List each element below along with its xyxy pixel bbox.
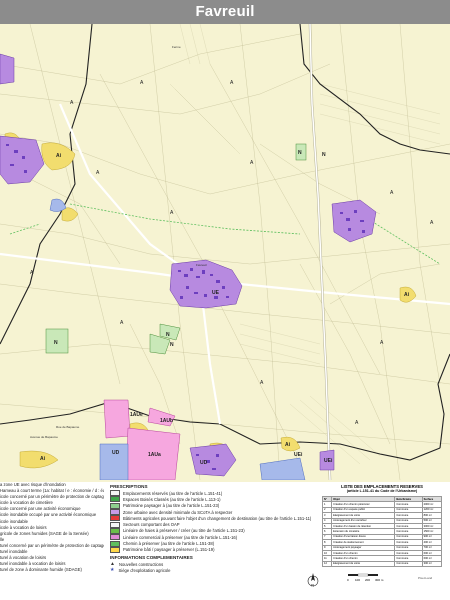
prescription-text: Emplacements réservés (au titre de l'art… [123, 490, 223, 496]
zone-label: N [322, 152, 326, 158]
zone-legend: a zone UE avec risque d'inondation Hameau… [0, 482, 104, 600]
prescriptions-list: Emplacements réservés (au titre de l'art… [104, 490, 314, 553]
place-name: Rue de Bapaume [56, 425, 80, 429]
legend-swatch [110, 496, 120, 503]
legend-swatch [110, 540, 120, 547]
plu-map-sheet: Favreuil Ai A N UE UD 1AUe 1AUa 1AUb UEi… [0, 0, 450, 600]
star-icon: ★ [110, 567, 115, 574]
table-cell: Commune [394, 560, 423, 568]
place-name: Avenue de Bapaume [30, 435, 58, 439]
zone-legend-item: gricole de zones humides (SAGE de la Sen… [0, 530, 89, 536]
place-name: Ferme [172, 45, 181, 49]
zone-label: Ai [404, 292, 410, 298]
zone-label: N [54, 340, 58, 346]
prescriptions-title: PRESCRIPTIONS [110, 484, 148, 489]
prescription-text: Zone urbaine avec densité minimale du SC… [123, 509, 233, 515]
credit: Pixel-Land [418, 576, 433, 580]
title-bar: Favreuil [0, 0, 450, 24]
zone-label: N [170, 342, 174, 348]
zone-label: UD [200, 460, 208, 466]
map-title: Favreuil [195, 3, 255, 20]
reserved-sites-table: N° Objet Bénéficiaire Surface 1 Création d'un… [321, 495, 443, 568]
scale-label: 200 [365, 578, 370, 582]
legend-swatch [110, 521, 120, 528]
info-text: Nouvelles constructions [118, 561, 164, 567]
zone-label: Ai [40, 456, 46, 462]
prescription-row: Patrimoine bâti / paysager à préserver (… [110, 546, 314, 553]
table-cell: 12 [321, 560, 333, 568]
prescription-row: Bâtiments agricoles pouvant faire l'obje… [110, 515, 314, 522]
legend-swatch [110, 509, 120, 516]
scale-label: 300 m [375, 578, 384, 582]
triangle-icon: ▲ [110, 561, 115, 568]
prescription-text: Linéaire commercial à préserver (au titr… [123, 534, 238, 540]
table-cell: Elargissement de voirie [331, 560, 396, 568]
zone-label: N [166, 332, 170, 338]
info-row: ★ Siège d'exploitation agricole [110, 567, 314, 573]
north-arrow-icon: N [307, 573, 319, 588]
info-title: INFORMATIONS COMPLEMENTAIRES [110, 554, 193, 560]
legend-swatch [110, 546, 120, 553]
scale-label: 100 [355, 578, 360, 582]
legend-swatch [110, 515, 120, 522]
place-name: Favreuil [196, 263, 207, 267]
zone-label: UEi [294, 452, 303, 458]
table-cell: 300 m² [421, 560, 443, 568]
zone-label: 1AUe [130, 412, 143, 418]
prescription-text: Secteurs comportant des OAP [123, 522, 180, 528]
zoning-map[interactable]: Ai A N UE UD 1AUe 1AUa 1AUb UEi N Ai Ai … [0, 24, 450, 480]
zone-label: UE [212, 290, 220, 296]
zone-label: 1AUb [160, 418, 173, 424]
prescription-text: Patrimoine paysager à (au titre de l'art… [123, 503, 220, 509]
zone-label: N [298, 150, 302, 156]
prescriptions-legend: PRESCRIPTIONS Emplacements réservés (au … [104, 482, 314, 600]
table-row: 12 Elargissement de voirie Commune 300 m² [321, 560, 443, 568]
prescription-text: Chemin à préserver (au titre de l'articl… [123, 541, 215, 547]
zone-label: Ai [285, 442, 291, 448]
legend-swatch [110, 490, 120, 497]
reserved-sites-subtitle: (article L.151-41 du Code de l'Urbanisme… [346, 489, 418, 493]
north-label: N [311, 583, 314, 588]
prescription-text: Espaces Boisés Classés (au titre de l'ar… [123, 496, 221, 502]
legend-swatch [110, 527, 120, 534]
zone-label: UEi [324, 458, 333, 464]
prescription-text: Patrimoine bâti / paysager à préserver (… [123, 547, 215, 553]
legend-swatch [110, 502, 120, 509]
prescription-text: Bâtiments agricoles pouvant faire l'obje… [123, 515, 312, 521]
scale-label: 0 [347, 578, 349, 582]
info-text: Siège d'exploitation agricole [118, 567, 171, 573]
prescription-text: Linéaire de haies à préserver / créer (a… [123, 528, 245, 534]
zone-label: Ai [56, 153, 62, 159]
zone-legend-item: icole inondable occupé par une activité … [0, 512, 97, 518]
scale-bar: 0 100 200 300 m [347, 573, 384, 582]
zone-legend-item: turel de zone à dominante humide (SDAGE) [0, 567, 82, 573]
zone-label: UD [112, 450, 120, 456]
zone-label: 1AUa [148, 452, 161, 458]
legend-swatch [110, 534, 120, 541]
